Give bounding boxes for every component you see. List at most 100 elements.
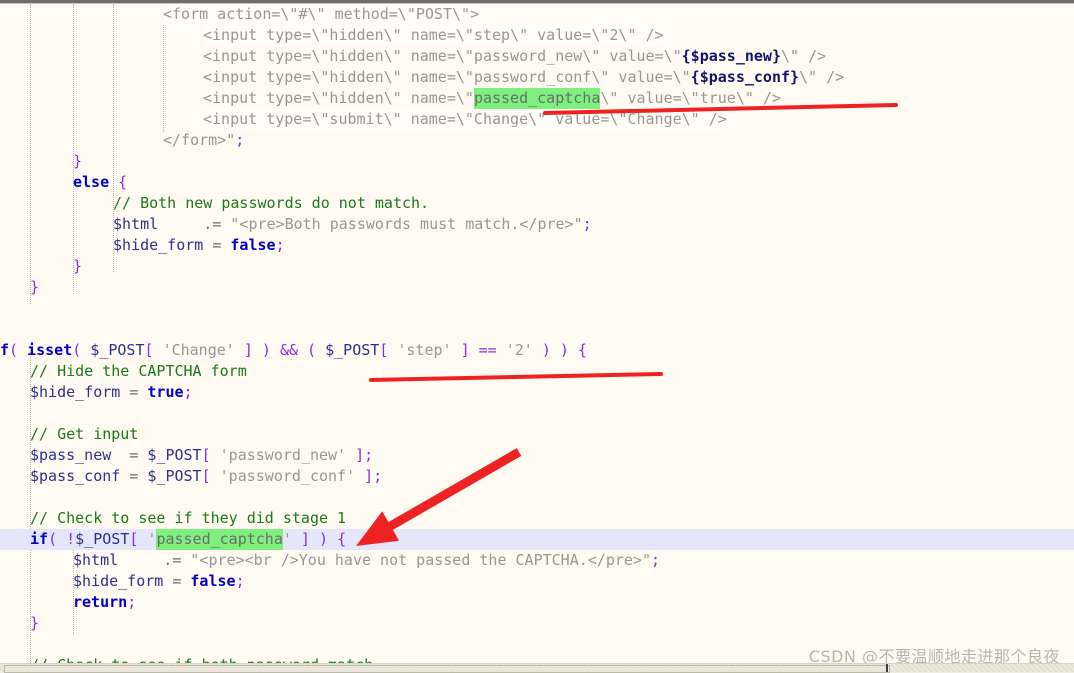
code-token: false [190,572,236,590]
code-token: { [578,341,588,359]
code-token: $html [113,215,159,233]
code-line[interactable]: <input type=\"submit\" name=\"Change\" v… [0,109,1074,130]
code-line[interactable]: $hide_form = false; [0,571,1074,592]
code-token: .= [118,551,191,569]
code-token: f [0,341,10,359]
code-token: // Check to see if they did stage 1 [30,509,347,527]
code-line[interactable]: <input type=\"hidden\" name=\"password_n… [0,46,1074,67]
code-token: ; [183,383,193,401]
code-token: '2' [505,341,533,359]
code-token: ; [650,551,661,569]
code-token: <form action=\"#\" method=\"POST\"> [163,4,480,25]
code-token: \" /> [780,47,827,65]
code-token: ( ! [48,530,76,548]
code-token: [ [379,341,398,359]
code-token: \" value=\"true\" /> [600,89,781,107]
code-token: = [120,467,148,485]
code-token: $pass_conf [30,467,121,485]
code-line[interactable]: <form action=\"#\" method=\"POST\"> [0,4,1074,25]
code-token: ] ) && ( [234,341,326,359]
code-token: $hide_form [113,236,204,254]
code-token: else [73,173,119,191]
code-token: <input type=\"hidden\" name=\" [203,89,474,107]
code-token: 'password_new' [219,446,347,464]
code-token: "<pre><br />You have not passed the CAPT… [190,551,651,569]
code-token: 'step' [397,341,452,359]
code-token: = [111,446,148,464]
code-token: $_POST [325,341,380,359]
code-token: $pass_new [30,446,112,464]
code-line[interactable]: <input type=\"hidden\" name=\"passed_cap… [0,88,1074,109]
code-line[interactable] [0,487,1074,508]
code-token: ] [355,467,374,485]
code-line[interactable]: } [0,151,1074,172]
code-token: {$pass_new} [681,47,781,65]
code-token: } [73,257,83,275]
code-token: if [30,530,49,548]
search-match: passed_captcha [156,529,283,550]
code-line[interactable]: f( isset( $_POST[ 'Change' ] ) && ( $_PO… [0,340,1074,361]
code-token: // Get input [30,425,139,443]
code-token: $hide_form [73,572,164,590]
code-token: [ [201,446,220,464]
code-token: // Both new passwords do not match. [113,194,430,212]
code-token: ; [582,215,592,233]
search-match: passed_captcha [473,88,601,109]
code-line[interactable]: <input type=\"hidden\" name=\"step\" val… [0,25,1074,46]
code-content[interactable]: <form action=\"#\" method=\"POST\"> <inpu… [0,4,1074,673]
code-line[interactable]: $pass_conf = $_POST[ 'password_conf' ]; [0,466,1074,487]
code-token: <input type=\"hidden\" name=\"password_c… [203,68,691,86]
code-line[interactable]: $pass_new = $_POST[ 'password_new' ]; [0,445,1074,466]
code-line[interactable]: // Both new passwords do not match. [0,193,1074,214]
code-token: $html [73,551,119,569]
code-token: true [147,383,184,401]
code-line[interactable]: // Check to see if they did stage 1 [0,508,1074,529]
code-token: .= [158,215,231,233]
code-token: "<pre>Both passwords must match.</pre>" [230,215,583,233]
code-token: \" /> [799,68,845,86]
code-token: = [163,572,191,590]
code-token: { [337,530,347,548]
scroll-position-caret [886,664,888,672]
code-token: 'password_conf' [219,467,356,485]
code-line[interactable]: </form>"; [0,130,1074,151]
code-token: $_POST [147,467,202,485]
code-token: ; [275,236,285,254]
code-token: {$pass_conf} [690,68,800,86]
code-line[interactable] [0,403,1074,424]
code-line[interactable] [0,298,1074,319]
code-token: <input type=\"hidden\" name=\"step\" val… [203,25,664,46]
code-token: ; [373,467,383,485]
code-line[interactable]: return; [0,592,1074,613]
code-line[interactable]: $hide_form = true; [0,382,1074,403]
code-token: { [118,173,128,191]
code-token: ; [364,446,374,464]
code-token: $_POST [147,446,202,464]
code-line[interactable] [0,319,1074,340]
code-line-current[interactable]: if( !$_POST[ 'passed_captcha' ] ) { [0,529,1074,550]
code-line[interactable]: // Get input [0,424,1074,445]
code-token: ; [235,131,245,149]
horizontal-scroll-thumb[interactable] [4,665,890,673]
code-token: } [30,278,40,296]
code-line[interactable]: else { [0,172,1074,193]
code-token: 'Change' [162,341,235,359]
code-line[interactable]: } [0,613,1074,634]
code-line[interactable]: <input type=\"hidden\" name=\"password_c… [0,67,1074,88]
code-line[interactable]: } [0,277,1074,298]
code-token: = [120,383,148,401]
code-token: [ [201,467,220,485]
code-token: } [73,152,83,170]
code-token: ] ) [291,530,338,548]
code-token: $_POST [90,341,145,359]
horizontal-scrollbar[interactable] [0,663,1074,673]
code-token: ' [282,530,292,548]
code-line[interactable]: } [0,256,1074,277]
code-line[interactable]: $html .= "<pre>Both passwords must match… [0,214,1074,235]
code-token: $hide_form [30,383,121,401]
code-line[interactable]: // Hide the CAPTCHA form [0,361,1074,382]
code-token: ' [147,530,157,548]
code-line[interactable]: $hide_form = false; [0,235,1074,256]
code-line[interactable]: $html .= "<pre><br />You have not passed… [0,550,1074,571]
code-token: ] [346,446,365,464]
